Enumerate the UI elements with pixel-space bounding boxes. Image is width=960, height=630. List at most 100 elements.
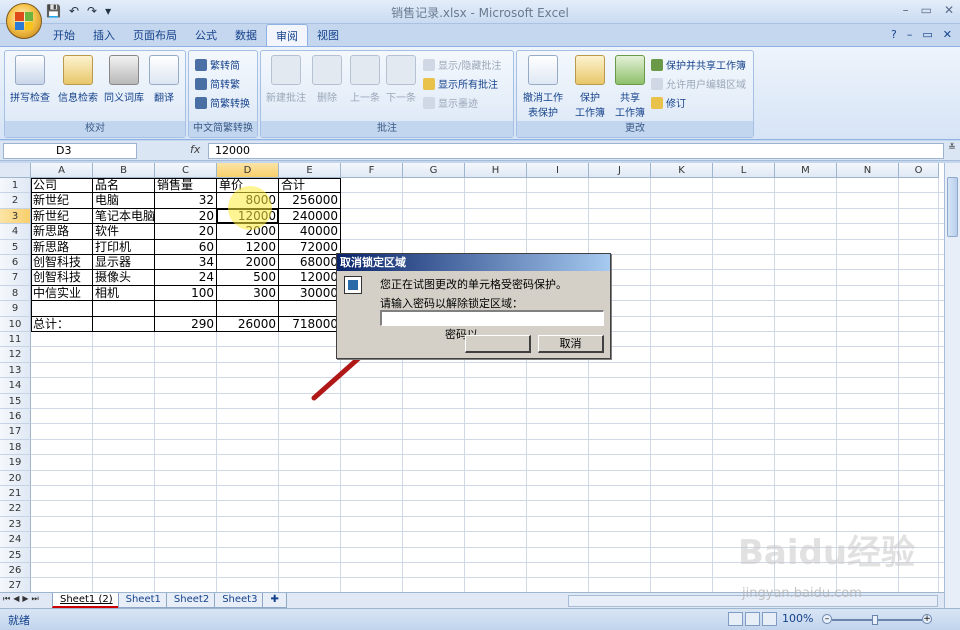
- cancel-button[interactable]: 取消: [538, 335, 604, 353]
- new-comment-button[interactable]: 新建批注: [263, 55, 309, 104]
- row-header-1[interactable]: 1: [0, 178, 31, 194]
- next-comment-button[interactable]: 下一条: [381, 55, 421, 104]
- close-button[interactable]: ✕: [944, 3, 954, 17]
- cell-b9[interactable]: [93, 301, 154, 316]
- tab-data[interactable]: 数据: [226, 24, 266, 46]
- tab-formulas[interactable]: 公式: [186, 24, 226, 46]
- simp-to-trad-button[interactable]: 简转繁: [195, 76, 240, 91]
- cell-a2[interactable]: 新世纪: [31, 193, 92, 208]
- page-layout-view-icon[interactable]: [745, 612, 760, 626]
- row-header-12[interactable]: 12: [0, 347, 31, 363]
- cell-c1[interactable]: 销售量: [155, 178, 216, 193]
- select-all-corner[interactable]: [0, 163, 31, 178]
- zoom-slider-knob[interactable]: [872, 615, 878, 625]
- row-header-14[interactable]: 14: [0, 378, 31, 394]
- column-header-i[interactable]: I: [527, 163, 589, 178]
- column-header-d[interactable]: D: [217, 163, 279, 178]
- show-all-comments-button[interactable]: 显示所有批注: [423, 76, 498, 91]
- research-button[interactable]: 信息检索: [55, 55, 101, 104]
- cell-c6[interactable]: 34: [155, 255, 216, 270]
- show-ink-button[interactable]: 显示墨迹: [423, 95, 478, 110]
- office-button[interactable]: [6, 3, 42, 39]
- cell-d7[interactable]: 500: [217, 270, 278, 285]
- tab-home[interactable]: 开始: [44, 24, 84, 46]
- tab-insert[interactable]: 插入: [84, 24, 124, 46]
- insert-function-icon[interactable]: fx: [190, 143, 200, 156]
- cell-c4[interactable]: 20: [155, 224, 216, 239]
- ok-button[interactable]: [465, 335, 531, 353]
- password-input[interactable]: [380, 310, 604, 326]
- row-header-26[interactable]: 26: [0, 563, 31, 579]
- cell-a9[interactable]: [31, 301, 92, 316]
- row-header-15[interactable]: 15: [0, 393, 31, 409]
- vertical-scroll-thumb[interactable]: [947, 177, 958, 237]
- cell-e4[interactable]: 40000: [279, 224, 340, 239]
- row-header-11[interactable]: 11: [0, 332, 31, 348]
- cell-d9[interactable]: [217, 301, 278, 316]
- zoom-slider[interactable]: – +: [822, 614, 932, 625]
- row-header-21[interactable]: 21: [0, 486, 31, 502]
- cell-c7[interactable]: 24: [155, 270, 216, 285]
- track-changes-button[interactable]: 修订: [651, 95, 686, 110]
- column-header-f[interactable]: F: [341, 163, 403, 178]
- cell-a3[interactable]: 新世纪: [31, 209, 92, 224]
- cell-a1[interactable]: 公司: [31, 178, 92, 193]
- unprotect-sheet-button[interactable]: 撤消工作 表保护: [519, 55, 567, 119]
- cell-b6[interactable]: 显示器: [93, 255, 154, 270]
- tab-page-layout[interactable]: 页面布局: [124, 24, 186, 46]
- cell-d10[interactable]: 26000: [217, 317, 278, 332]
- column-header-h[interactable]: H: [465, 163, 527, 178]
- column-header-j[interactable]: J: [589, 163, 651, 178]
- previous-comment-button[interactable]: 上一条: [345, 55, 385, 104]
- zoom-level[interactable]: 100%: [782, 612, 813, 625]
- insert-sheet-icon[interactable]: ✚: [262, 593, 287, 608]
- cell-b5[interactable]: 打印机: [93, 240, 154, 255]
- help-icon[interactable]: ?: [891, 28, 897, 41]
- ribbon-restore-button[interactable]: ▭: [922, 28, 932, 41]
- cell-c9[interactable]: [155, 301, 216, 316]
- cell-e1[interactable]: 合计: [279, 178, 340, 193]
- allow-edit-ranges-button[interactable]: 允许用户编辑区域: [651, 76, 746, 91]
- name-box[interactable]: D3: [3, 143, 137, 159]
- zoom-in-icon[interactable]: +: [922, 614, 932, 624]
- sheet-tab-sheet1-2[interactable]: Sheet1 (2): [52, 593, 121, 608]
- delete-comment-button[interactable]: 删除: [307, 55, 347, 104]
- row-header-25[interactable]: 25: [0, 547, 31, 563]
- zoom-out-icon[interactable]: –: [822, 614, 832, 624]
- cell-c10[interactable]: 290: [155, 317, 216, 332]
- sheet-tab-sheet3[interactable]: Sheet3: [214, 593, 266, 608]
- cell-a6[interactable]: 创智科技: [31, 255, 92, 270]
- column-header-b[interactable]: B: [93, 163, 155, 178]
- cell-a10[interactable]: 总计：: [31, 317, 92, 332]
- column-header-l[interactable]: L: [713, 163, 775, 178]
- column-header-e[interactable]: E: [279, 163, 341, 178]
- cell-e2[interactable]: 256000: [279, 193, 340, 208]
- cell-b2[interactable]: 电脑: [93, 193, 154, 208]
- row-header-9[interactable]: 9: [0, 301, 31, 317]
- normal-view-icon[interactable]: [728, 612, 743, 626]
- cell-b7[interactable]: 摄像头: [93, 270, 154, 285]
- cell-c5[interactable]: 60: [155, 240, 216, 255]
- sheet-tab-sheet2[interactable]: Sheet2: [165, 593, 218, 608]
- trad-to-simp-button[interactable]: 繁转简: [195, 57, 240, 72]
- minimize-button[interactable]: –: [903, 3, 909, 17]
- sheet-nav-arrows-icon[interactable]: ⏮◀▶⏭: [3, 594, 42, 604]
- cell-b4[interactable]: 软件: [93, 224, 154, 239]
- spelling-button[interactable]: 拼写检查: [7, 55, 53, 104]
- cell-c8[interactable]: 100: [155, 286, 216, 301]
- column-header-n[interactable]: N: [837, 163, 899, 178]
- cell-b10[interactable]: [93, 317, 154, 332]
- cell-e3[interactable]: 240000: [279, 209, 340, 224]
- cell-e6[interactable]: 68000: [279, 255, 340, 270]
- cell-b3[interactable]: 笔记本电脑: [93, 209, 154, 224]
- cell-d5[interactable]: 1200: [217, 240, 278, 255]
- row-header-24[interactable]: 24: [0, 532, 31, 548]
- row-header-19[interactable]: 19: [0, 455, 31, 471]
- expand-formula-bar-icon[interactable]: ≚: [946, 143, 958, 159]
- row-header-22[interactable]: 22: [0, 501, 31, 517]
- cell-e8[interactable]: 30000: [279, 286, 340, 301]
- cell-a5[interactable]: 新思路: [31, 240, 92, 255]
- cell-e7[interactable]: 12000: [279, 270, 340, 285]
- row-header-20[interactable]: 20: [0, 470, 31, 486]
- page-break-view-icon[interactable]: [762, 612, 777, 626]
